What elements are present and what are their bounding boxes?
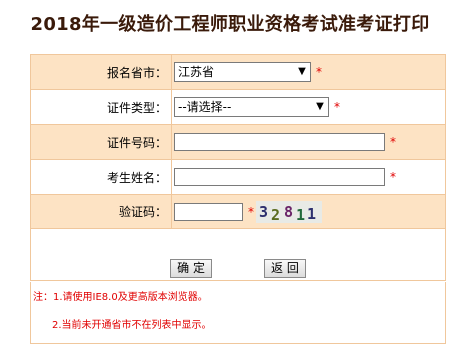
name-label: 考生姓名： bbox=[30, 159, 172, 195]
page-title: 2018年一级造价工程师职业资格考试准考证打印 bbox=[30, 14, 430, 35]
captcha-char: 1 bbox=[296, 205, 306, 224]
required-mark: * bbox=[248, 204, 254, 219]
cert-type-row: 证件类型： --请选择-- ▼ * bbox=[30, 89, 446, 125]
notes-panel: 注：1.请使用IE8.0及更高版本浏览器。 2.当前未开通省市不在列表中显示。 bbox=[30, 282, 446, 344]
cert-no-input[interactable] bbox=[174, 133, 385, 151]
captcha-row: 验证码： * 3 2 8 1 1 bbox=[30, 194, 446, 229]
buttons-row: 确 定返 回 bbox=[30, 228, 446, 281]
required-mark: * bbox=[316, 65, 322, 79]
province-select[interactable]: 江苏省 ▼ bbox=[174, 62, 311, 82]
cert-type-select-value: --请选择-- bbox=[178, 100, 232, 114]
province-select-value: 江苏省 bbox=[178, 65, 215, 79]
note-province: 2.当前未开通省市不在列表中显示。 bbox=[52, 320, 212, 331]
cert-no-row: 证件号码： * bbox=[30, 124, 446, 160]
name-input[interactable] bbox=[174, 168, 385, 186]
captcha-char: 8 bbox=[284, 202, 294, 221]
required-mark: * bbox=[334, 100, 340, 114]
name-row: 考生姓名： * bbox=[30, 159, 446, 195]
captcha-char: 3 bbox=[259, 202, 269, 221]
captcha-label: 验证码： bbox=[30, 194, 172, 229]
required-mark: * bbox=[390, 135, 396, 149]
cert-no-label: 证件号码： bbox=[30, 124, 172, 160]
chevron-down-icon[interactable]: ▼ bbox=[312, 98, 328, 116]
captcha-char: 1 bbox=[307, 204, 317, 223]
back-button[interactable]: 返 回 bbox=[264, 259, 306, 278]
captcha-image[interactable]: 3 2 8 1 1 bbox=[256, 200, 322, 224]
required-mark: * bbox=[390, 170, 396, 184]
captcha-char: 2 bbox=[271, 205, 281, 224]
print-form: 报名省市： 江苏省 ▼ * 证件类型： --请选择-- ▼ * 证件号码： * … bbox=[30, 54, 446, 281]
note-browser: 注：1.请使用IE8.0及更高版本浏览器。 bbox=[33, 292, 208, 303]
province-label: 报名省市： bbox=[30, 54, 172, 90]
captcha-input[interactable] bbox=[174, 202, 243, 221]
confirm-button[interactable]: 确 定 bbox=[170, 259, 212, 278]
chevron-down-icon[interactable]: ▼ bbox=[294, 63, 310, 81]
cert-type-select[interactable]: --请选择-- ▼ bbox=[174, 97, 329, 117]
province-row: 报名省市： 江苏省 ▼ * bbox=[30, 54, 446, 90]
cert-type-label: 证件类型： bbox=[30, 89, 172, 125]
